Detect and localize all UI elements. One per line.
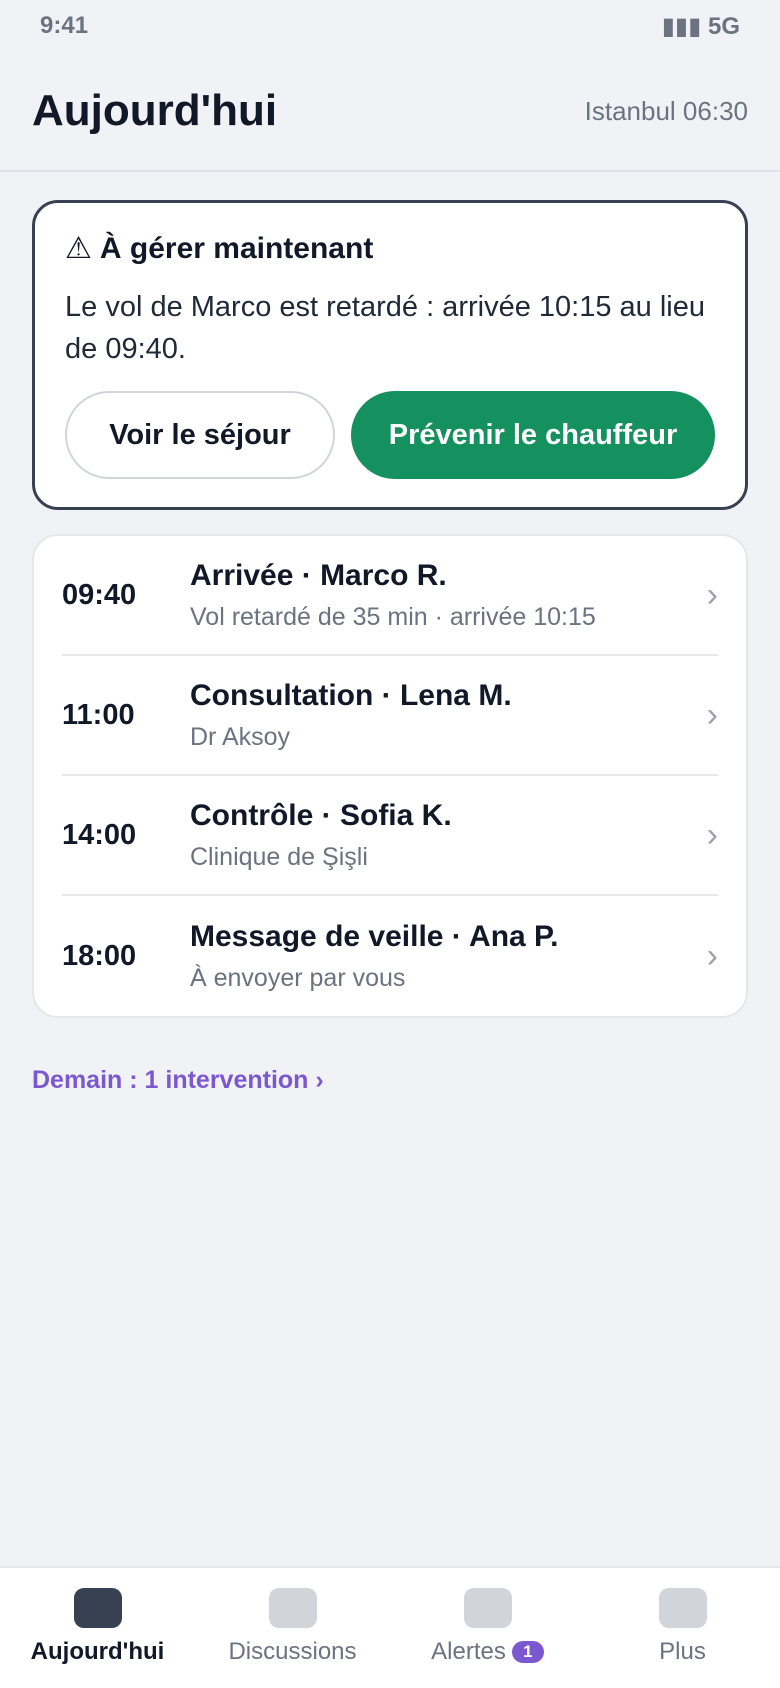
schedule-time: 14:00 <box>62 818 137 851</box>
chevron-right-icon: › <box>706 695 718 734</box>
tab-label: Aujourd'hui <box>30 1638 165 1665</box>
tab-today[interactable]: Aujourd'hui <box>0 1568 195 1688</box>
chevron-right-icon: › <box>706 815 718 854</box>
alerts-icon <box>463 1588 512 1628</box>
alerts-count-badge: 1 <box>511 1641 544 1663</box>
schedule-list: 09:40 Arrivée · Marco R. Vol retardé de … <box>32 534 748 1018</box>
chevron-right-icon: › <box>706 575 718 614</box>
schedule-title: Contrôle · Sofia K. <box>190 798 452 832</box>
bottom-tab-bar: Aujourd'hui Discussions Alertes 1 Plus <box>0 1566 780 1688</box>
tab-label: Discussions <box>228 1638 357 1665</box>
schedule-title: Consultation · Lena M. <box>190 678 512 712</box>
urgent-alert-card: ⚠ À gérer maintenant Le vol de Marco est… <box>32 200 748 510</box>
signal-indicator: ▮▮▮ 5G <box>661 12 740 40</box>
view-stay-button[interactable]: Voir le séjour <box>65 391 335 479</box>
location-time: Istanbul 06:30 <box>584 95 748 126</box>
schedule-time: 09:40 <box>62 578 137 611</box>
schedule-time: 11:00 <box>62 698 135 731</box>
notify-driver-button[interactable]: Prévenir le chauffeur <box>351 391 715 479</box>
tab-label-row: Alertes 1 <box>431 1638 544 1666</box>
alert-title-row: ⚠ À gérer maintenant <box>65 231 715 266</box>
tomorrow-interventions-link[interactable]: Demain : 1 intervention › <box>32 1066 324 1095</box>
today-icon <box>73 1588 122 1628</box>
schedule-details: Message de veille · Ana P. À envoyer par… <box>190 920 694 993</box>
tab-alerts[interactable]: Alertes 1 <box>390 1568 585 1688</box>
tab-label: Plus <box>659 1638 706 1665</box>
schedule-subtitle: Dr Aksoy <box>190 722 291 751</box>
schedule-title: Message de veille · Ana P. <box>190 919 559 953</box>
schedule-details: Consultation · Lena M. Dr Aksoy <box>190 679 694 752</box>
schedule-time: 18:00 <box>62 939 137 972</box>
schedule-details: Arrivée · Marco R. Vol retardé de 35 min… <box>190 559 694 632</box>
page-title: Aujourd'hui <box>32 86 278 135</box>
alert-actions: Voir le séjour Prévenir le chauffeur <box>65 391 715 479</box>
schedule-details: Contrôle · Sofia K. Clinique de Şişli <box>190 799 694 872</box>
status-time: 9:41 <box>40 12 89 39</box>
schedule-item-checkup[interactable]: 14:00 Contrôle · Sofia K. Clinique de Şi… <box>62 776 718 896</box>
chevron-right-icon: › <box>706 936 718 975</box>
tab-more[interactable]: Plus <box>585 1568 780 1688</box>
header: Aujourd'hui Istanbul 06:30 <box>0 52 780 172</box>
schedule-item-consultation[interactable]: 11:00 Consultation · Lena M. Dr Aksoy › <box>62 656 718 776</box>
status-bar: 9:41 ▮▮▮ 5G <box>0 0 780 52</box>
discussions-icon <box>268 1588 317 1628</box>
schedule-subtitle: À envoyer par vous <box>190 963 406 992</box>
alert-title: À gérer maintenant <box>99 231 374 265</box>
tab-label: Alertes <box>431 1638 506 1665</box>
warning-icon: ⚠ <box>65 232 92 265</box>
tab-discussions[interactable]: Discussions <box>195 1568 390 1688</box>
schedule-subtitle: Vol retardé de 35 min · arrivée 10:15 <box>190 602 596 631</box>
schedule-item-evening-message[interactable]: 18:00 Message de veille · Ana P. À envoy… <box>62 896 718 1016</box>
alert-message: Le vol de Marco est retardé : arrivée 10… <box>65 291 705 365</box>
schedule-item-arrival[interactable]: 09:40 Arrivée · Marco R. Vol retardé de … <box>62 536 718 656</box>
schedule-title: Arrivée · Marco R. <box>190 558 447 592</box>
more-icon <box>658 1588 707 1628</box>
schedule-subtitle: Clinique de Şişli <box>190 842 368 871</box>
